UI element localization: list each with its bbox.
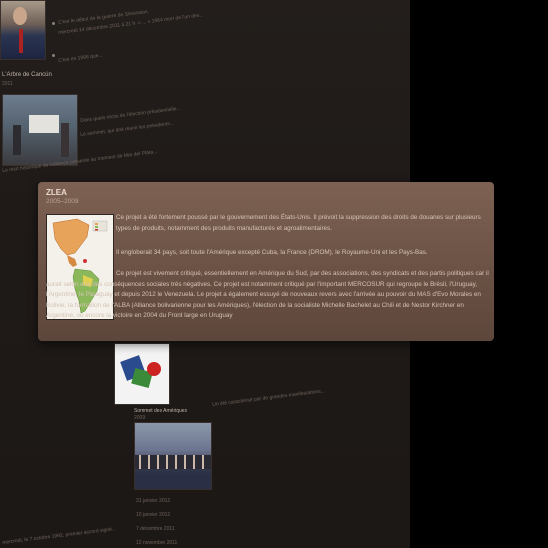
date-marker: 7 décembre 2011 [136,526,175,532]
protest-sign [29,115,59,133]
event-date: 2011 [2,81,13,87]
background-text: C'est en 1998 que... [58,52,104,64]
summit-people-row [135,455,211,469]
popup-paragraph: Ce projet est vivement critiqué, essenti… [46,270,489,320]
background-text: Un été caractérisé par de grandes manife… [212,388,326,408]
event-thumbnail-flags[interactable] [114,343,170,405]
background-text: Le sommet, qui doit réunir les président… [80,120,175,138]
timeline-bullet [52,22,55,25]
popup-paragraph: Il engloberait 34 pays, soit toute l'Amé… [116,249,428,256]
background-text: mercredi, le 7 octobre 1992, premier acc… [2,526,117,546]
event-title[interactable]: L'Arbre de Cancún [2,72,52,78]
portrait-tie [19,29,23,53]
portrait-head [13,7,27,25]
date-marker: 12 novembre 2011 [136,540,178,546]
protest-figure [13,125,21,155]
event-thumbnail-protest[interactable] [2,94,78,166]
event-title[interactable]: Sommet des Amériques [134,408,187,414]
event-date: 2009 [134,415,146,421]
event-thumbnail-summit[interactable] [134,422,212,490]
date-marker: 10 janvier 2012 [136,512,171,518]
date-marker: 31 janvier 2012 [136,498,171,504]
event-detail-popup[interactable]: ZLEA 2005–2009 Ce projet a été fortement… [38,182,494,341]
popup-paragraph: Ce projet a été fortement poussé par le … [116,214,481,232]
popup-title: ZLEA [46,188,67,197]
flag-shape-red [147,362,161,376]
popup-paragraph-container: Ce projet est vivement critiqué, essenti… [46,269,490,322]
timeline-bullet [52,54,55,57]
summit-floor [135,475,211,489]
popup-years: 2005–2009 [46,198,79,205]
protest-figure [61,123,69,157]
event-thumbnail-portrait[interactable] [0,0,46,60]
